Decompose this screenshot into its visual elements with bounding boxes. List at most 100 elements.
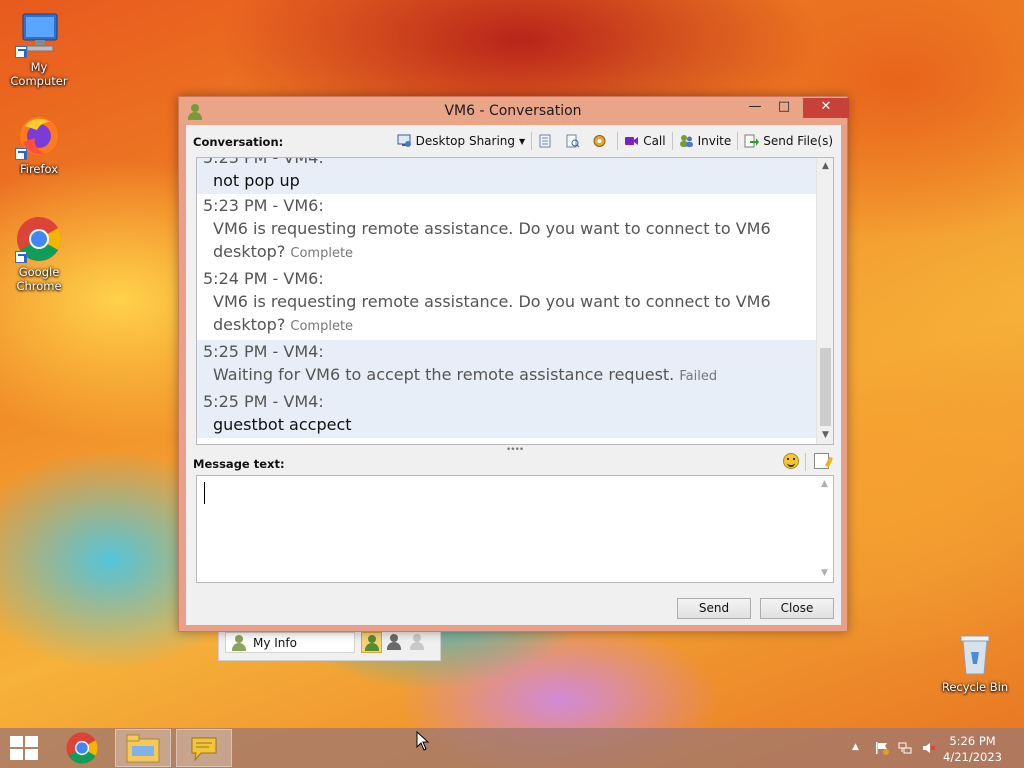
network-icon[interactable] <box>898 741 912 755</box>
message-list: 5:23 PM - VM4: not pop up 5:23 PM - VM6: VM… <box>197 157 817 438</box>
volume-muted-icon[interactable] <box>922 741 936 755</box>
document-search-icon <box>565 134 580 148</box>
taskbar-explorer-button[interactable] <box>115 729 171 767</box>
my-info-label: My Info <box>253 636 297 650</box>
conversation-toolbar: Desktop Sharing ▼ Call Invite Send File(… <box>393 131 837 151</box>
gear-icon <box>592 134 607 148</box>
conversation-history[interactable]: 5:23 PM - VM4: not pop up 5:23 PM - VM6: VM… <box>196 157 834 445</box>
taskbar-chrome-button[interactable] <box>54 729 110 767</box>
message-header: 5:24 PM - VM6: <box>203 269 324 288</box>
taskbar: ▲ 5:26 PM 4/21/2023 <box>0 728 1024 768</box>
close-window-button[interactable]: ✕ <box>803 98 849 118</box>
windows-logo-icon <box>25 749 38 760</box>
message-header: 5:23 PM - VM4: <box>203 157 324 167</box>
conversation-window: VM6 - Conversation — □ ✕ Conversation: D… <box>178 96 849 632</box>
status-offline-button[interactable] <box>407 632 428 653</box>
offline-user-icon <box>410 634 424 650</box>
folder-icon <box>126 734 160 763</box>
scroll-up-arrow[interactable]: ▲ <box>817 158 833 175</box>
text-caret <box>204 482 205 504</box>
desktop-icon-label: Google Chrome <box>16 265 62 293</box>
conversation-scrollbar[interactable]: ▲ ▼ <box>816 158 833 444</box>
message-header: 5:23 PM - VM6: <box>203 196 324 215</box>
taskbar-messenger-button[interactable] <box>176 729 232 767</box>
history-button[interactable] <box>534 131 561 151</box>
message-item: 5:25 PM - VM4: Waiting for VM6 to accept … <box>197 340 817 390</box>
maximize-button[interactable]: □ <box>770 98 798 118</box>
windows-logo-icon <box>10 749 23 760</box>
chevron-down-icon: ▼ <box>519 136 526 146</box>
action-center-flag-icon[interactable] <box>875 741 889 755</box>
send-files-button[interactable]: Send File(s) <box>740 131 837 151</box>
desktop-icon-firefox[interactable]: Firefox <box>1 112 77 176</box>
computer-icon <box>15 10 63 58</box>
call-label: Call <box>643 134 666 148</box>
scroll-up-arrow[interactable]: ▲ <box>816 476 833 493</box>
message-item: 5:23 PM - VM6: VM6 is requesting remote a… <box>197 194 817 267</box>
desktop-icon-label: My Computer <box>10 60 68 88</box>
mouse-cursor-icon <box>416 731 430 751</box>
scrollbar-thumb[interactable] <box>820 348 831 426</box>
scroll-down-arrow[interactable]: ▼ <box>817 427 833 444</box>
video-camera-icon <box>624 134 639 148</box>
title-bar[interactable]: VM6 - Conversation — □ ✕ <box>179 97 849 125</box>
send-button[interactable]: Send <box>677 598 751 619</box>
conversation-header: Conversation: Desktop Sharing ▼ Call Inv… <box>186 125 841 157</box>
windows-logo-icon <box>10 736 23 747</box>
message-body: guestbot accpect <box>203 413 811 436</box>
desktop-icon-recycle-bin[interactable]: Recycle Bin <box>937 630 1013 694</box>
call-button[interactable]: Call <box>620 131 669 151</box>
message-body: Waiting for VM6 to accept the remote ass… <box>203 363 811 388</box>
edit-format-icon[interactable] <box>814 453 829 469</box>
show-hidden-icons-chevron[interactable]: ▲ <box>852 742 866 756</box>
my-info-field[interactable]: My Info <box>225 632 355 653</box>
message-item: 5:24 PM - VM6: VM6 is requesting remote a… <box>197 267 817 340</box>
message-body: not pop up <box>203 169 811 192</box>
notebook-icon <box>538 134 553 148</box>
start-button[interactable] <box>10 736 38 760</box>
status-away-button[interactable] <box>384 632 405 653</box>
toolbar-separator <box>671 132 673 150</box>
user-icon <box>232 635 246 651</box>
desktop-icon-label: Recycle Bin <box>941 680 1009 694</box>
desktop-sharing-button[interactable]: Desktop Sharing ▼ <box>393 131 530 151</box>
minimize-button[interactable]: — <box>741 98 769 118</box>
splitter-handle[interactable]: •••• <box>506 446 524 455</box>
invite-button[interactable]: Invite <box>675 131 736 151</box>
message-text-label: Message text: <box>193 457 285 471</box>
message-text: not pop up <box>213 171 300 190</box>
my-info-panel: My Info <box>218 630 441 661</box>
desktop-icon-google-chrome[interactable]: Google Chrome <box>1 215 77 293</box>
send-files-label: Send File(s) <box>763 134 833 148</box>
message-text: Waiting for VM6 to accept the remote ass… <box>213 365 675 384</box>
message-status: Failed <box>679 369 718 384</box>
clock-date: 4/21/2023 <box>943 750 1002 764</box>
desktop-icon-my-computer[interactable]: My Computer <box>1 10 77 88</box>
chrome-icon <box>66 732 98 764</box>
save-conversation-button[interactable] <box>561 131 588 151</box>
chat-bubble-icon <box>191 737 217 762</box>
clock-time: 5:26 PM <box>949 734 996 748</box>
message-input[interactable] <box>197 476 817 582</box>
toolbar-separator <box>617 132 619 150</box>
close-button[interactable]: Close <box>760 598 834 619</box>
firefox-icon <box>15 112 63 160</box>
message-input-area[interactable]: ▲ ▼ <box>196 475 834 583</box>
online-user-icon <box>365 635 379 651</box>
message-item: 5:23 PM - VM4: not pop up <box>197 157 817 194</box>
message-body: VM6 is requesting remote assistance. Do … <box>203 217 811 265</box>
status-online-button[interactable] <box>361 632 382 653</box>
desktop-icon-label: Firefox <box>19 162 59 176</box>
smiley-icon[interactable] <box>783 453 799 469</box>
windows-logo-icon <box>25 736 38 747</box>
taskbar-clock[interactable]: 5:26 PM 4/21/2023 <box>943 733 1002 765</box>
recycle-bin-icon <box>951 630 999 678</box>
scroll-down-arrow[interactable]: ▼ <box>816 565 833 582</box>
invite-label: Invite <box>697 134 732 148</box>
message-status: Complete <box>290 319 354 334</box>
message-text: guestbot accpect <box>213 415 352 434</box>
input-scrollbar[interactable]: ▲ ▼ <box>816 476 833 582</box>
message-body: VM6 is requesting remote assistance. Do … <box>203 290 811 338</box>
settings-button[interactable] <box>588 131 615 151</box>
message-header: 5:25 PM - VM4: <box>203 392 324 411</box>
